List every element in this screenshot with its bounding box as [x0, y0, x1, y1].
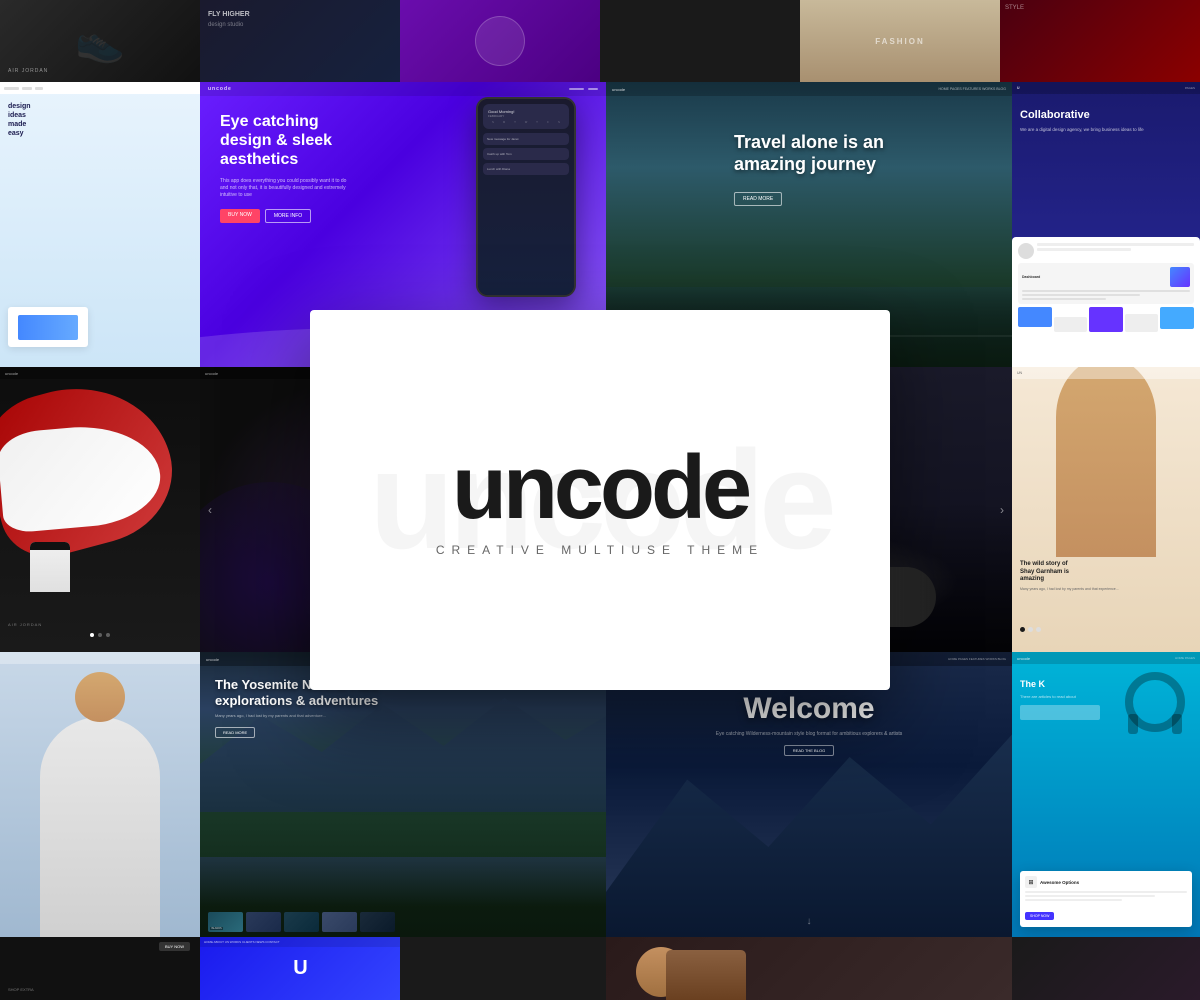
- center-modal: uncode uncode CREATIVE MULTIUSE THEME: [310, 310, 890, 690]
- screenshot-r3c1: AIR JORDAN uncode: [0, 367, 200, 652]
- screenshot-r3c4: UN The wild story ofShay Garnham isamazi…: [1012, 367, 1200, 652]
- screenshot-top1: 👟 AIR JORDAN: [0, 0, 200, 82]
- screenshot-r4c1: [0, 652, 200, 937]
- modal-logo: uncode: [452, 443, 748, 533]
- screenshot-bottom4: [1012, 937, 1200, 1000]
- screenshot-r4c4: uncode HOME PAGES The K There are articl…: [1012, 652, 1200, 937]
- screenshot-r4c3: uncode HOME PAGES FEATURES WORKS BLOG We…: [606, 652, 1012, 937]
- screenshot-bottom1: BUY NOW SHOP EXTRA: [0, 937, 200, 1000]
- screenshot-r4c2: uncode ARTS TRAVEL WILDERNESS The Yosemi…: [200, 652, 606, 937]
- screenshot-bottom3: [606, 937, 1012, 1000]
- screenshot-top4: FASHION: [800, 0, 1000, 82]
- screenshot-top2: FLY HIGHERdesign studio: [200, 0, 400, 82]
- screenshot-bottom2: U HOME ABOUT US WORKS CLIENTS NEWS CONTA…: [200, 937, 400, 1000]
- screenshot-r2c1: designideasmadeeasy: [0, 82, 200, 367]
- screenshot-top5: STYLE: [1000, 0, 1200, 82]
- screenshot-r2c4: U PAGES Collaborative We are a digital d…: [1012, 82, 1200, 367]
- screenshot-top3: [400, 0, 600, 82]
- modal-subtitle: CREATIVE MULTIUSE THEME: [436, 543, 764, 557]
